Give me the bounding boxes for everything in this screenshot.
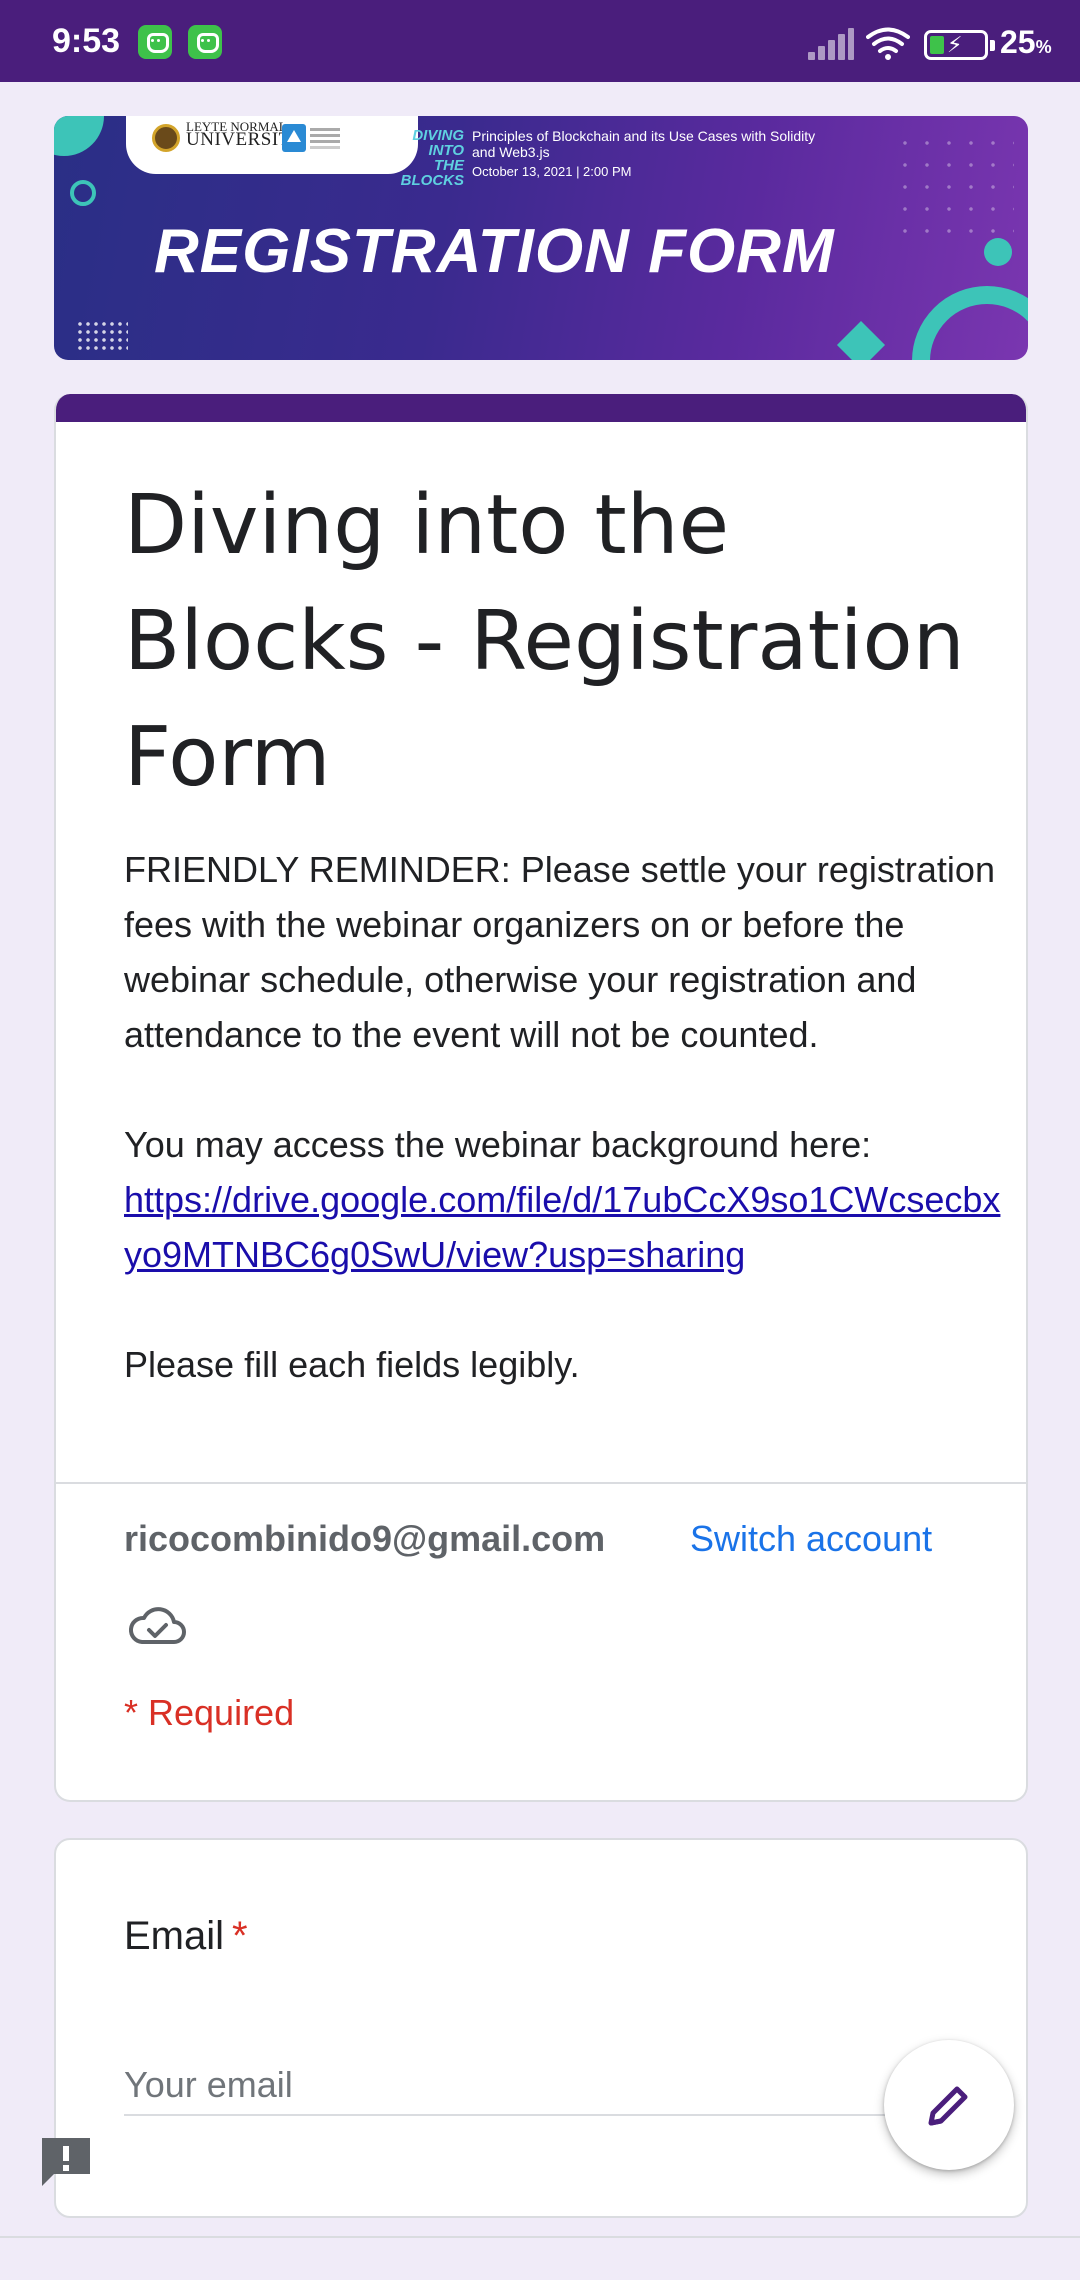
app-notification-icon <box>188 25 222 59</box>
department-logo-icon <box>282 124 306 152</box>
decor-diamond <box>836 320 886 360</box>
university-logo-block: LEYTE NORMAL UNIVERSITY <box>126 116 418 174</box>
department-logo-text <box>310 128 340 131</box>
switch-account-link[interactable]: Switch account <box>690 1518 932 1560</box>
decor-arc <box>912 286 1028 360</box>
banner-heading: REGISTRATION FORM <box>154 217 835 286</box>
decor-dot <box>984 238 1012 266</box>
form-title: Diving into the Blocks - Registration Fo… <box>124 478 965 805</box>
fill-note: Please fill each fields legibly. <box>124 1344 580 1385</box>
webinar-background-link[interactable]: https://drive.google.com/file/d/17ubCcX9… <box>124 1179 1000 1275</box>
app-notification-icon <box>138 25 172 59</box>
pencil-icon <box>928 2086 968 2126</box>
divider <box>56 1482 1026 1484</box>
decor-circle <box>54 116 104 156</box>
form-description: FRIENDLY REMINDER: Please settle your re… <box>124 842 1014 1392</box>
form-info-card: Diving into the Blocks - Registration Fo… <box>54 394 1028 1802</box>
signal-icon <box>808 28 854 60</box>
email-input[interactable] <box>124 2056 924 2116</box>
account-email: ricocombinido9@gmail.com <box>124 1518 606 1559</box>
status-time: 9:53 <box>52 22 121 60</box>
cloud-saved-icon <box>129 1607 186 1644</box>
status-bar: 9:53 ⚡ 25% <box>0 0 1080 82</box>
wifi-icon <box>866 27 910 60</box>
access-text: You may access the webinar background he… <box>124 1124 872 1165</box>
form-header-banner: LEYTE NORMAL UNIVERSITY DIVING INTO THE B… <box>54 116 1028 360</box>
bottom-divider <box>0 2236 1080 2238</box>
event-date: October 13, 2021 | 2:00 PM <box>472 164 632 179</box>
card-accent-bar <box>56 394 1026 422</box>
decor-dot-pattern <box>76 320 128 354</box>
required-note: * Required <box>124 1692 295 1733</box>
report-feedback-icon[interactable] <box>38 2134 94 2190</box>
email-question-label: Email * <box>124 1914 248 1958</box>
event-brand-logo: DIVING INTO THE BLOCKS <box>400 127 464 189</box>
university-seal-icon <box>152 124 180 152</box>
battery-charging-icon: ⚡ <box>924 30 995 60</box>
event-title: Principles of Blockchain and its Use Cas… <box>472 128 816 160</box>
decor-dot-grid <box>894 132 1014 242</box>
battery-percent: 25% <box>1000 24 1052 60</box>
question-card-email: Email * <box>54 1838 1028 2218</box>
edit-fab-button[interactable] <box>884 2040 1014 2170</box>
reminder-text: FRIENDLY REMINDER: Please settle your re… <box>124 849 995 1055</box>
required-asterisk: * <box>232 1914 248 1958</box>
decor-ring <box>70 180 96 206</box>
